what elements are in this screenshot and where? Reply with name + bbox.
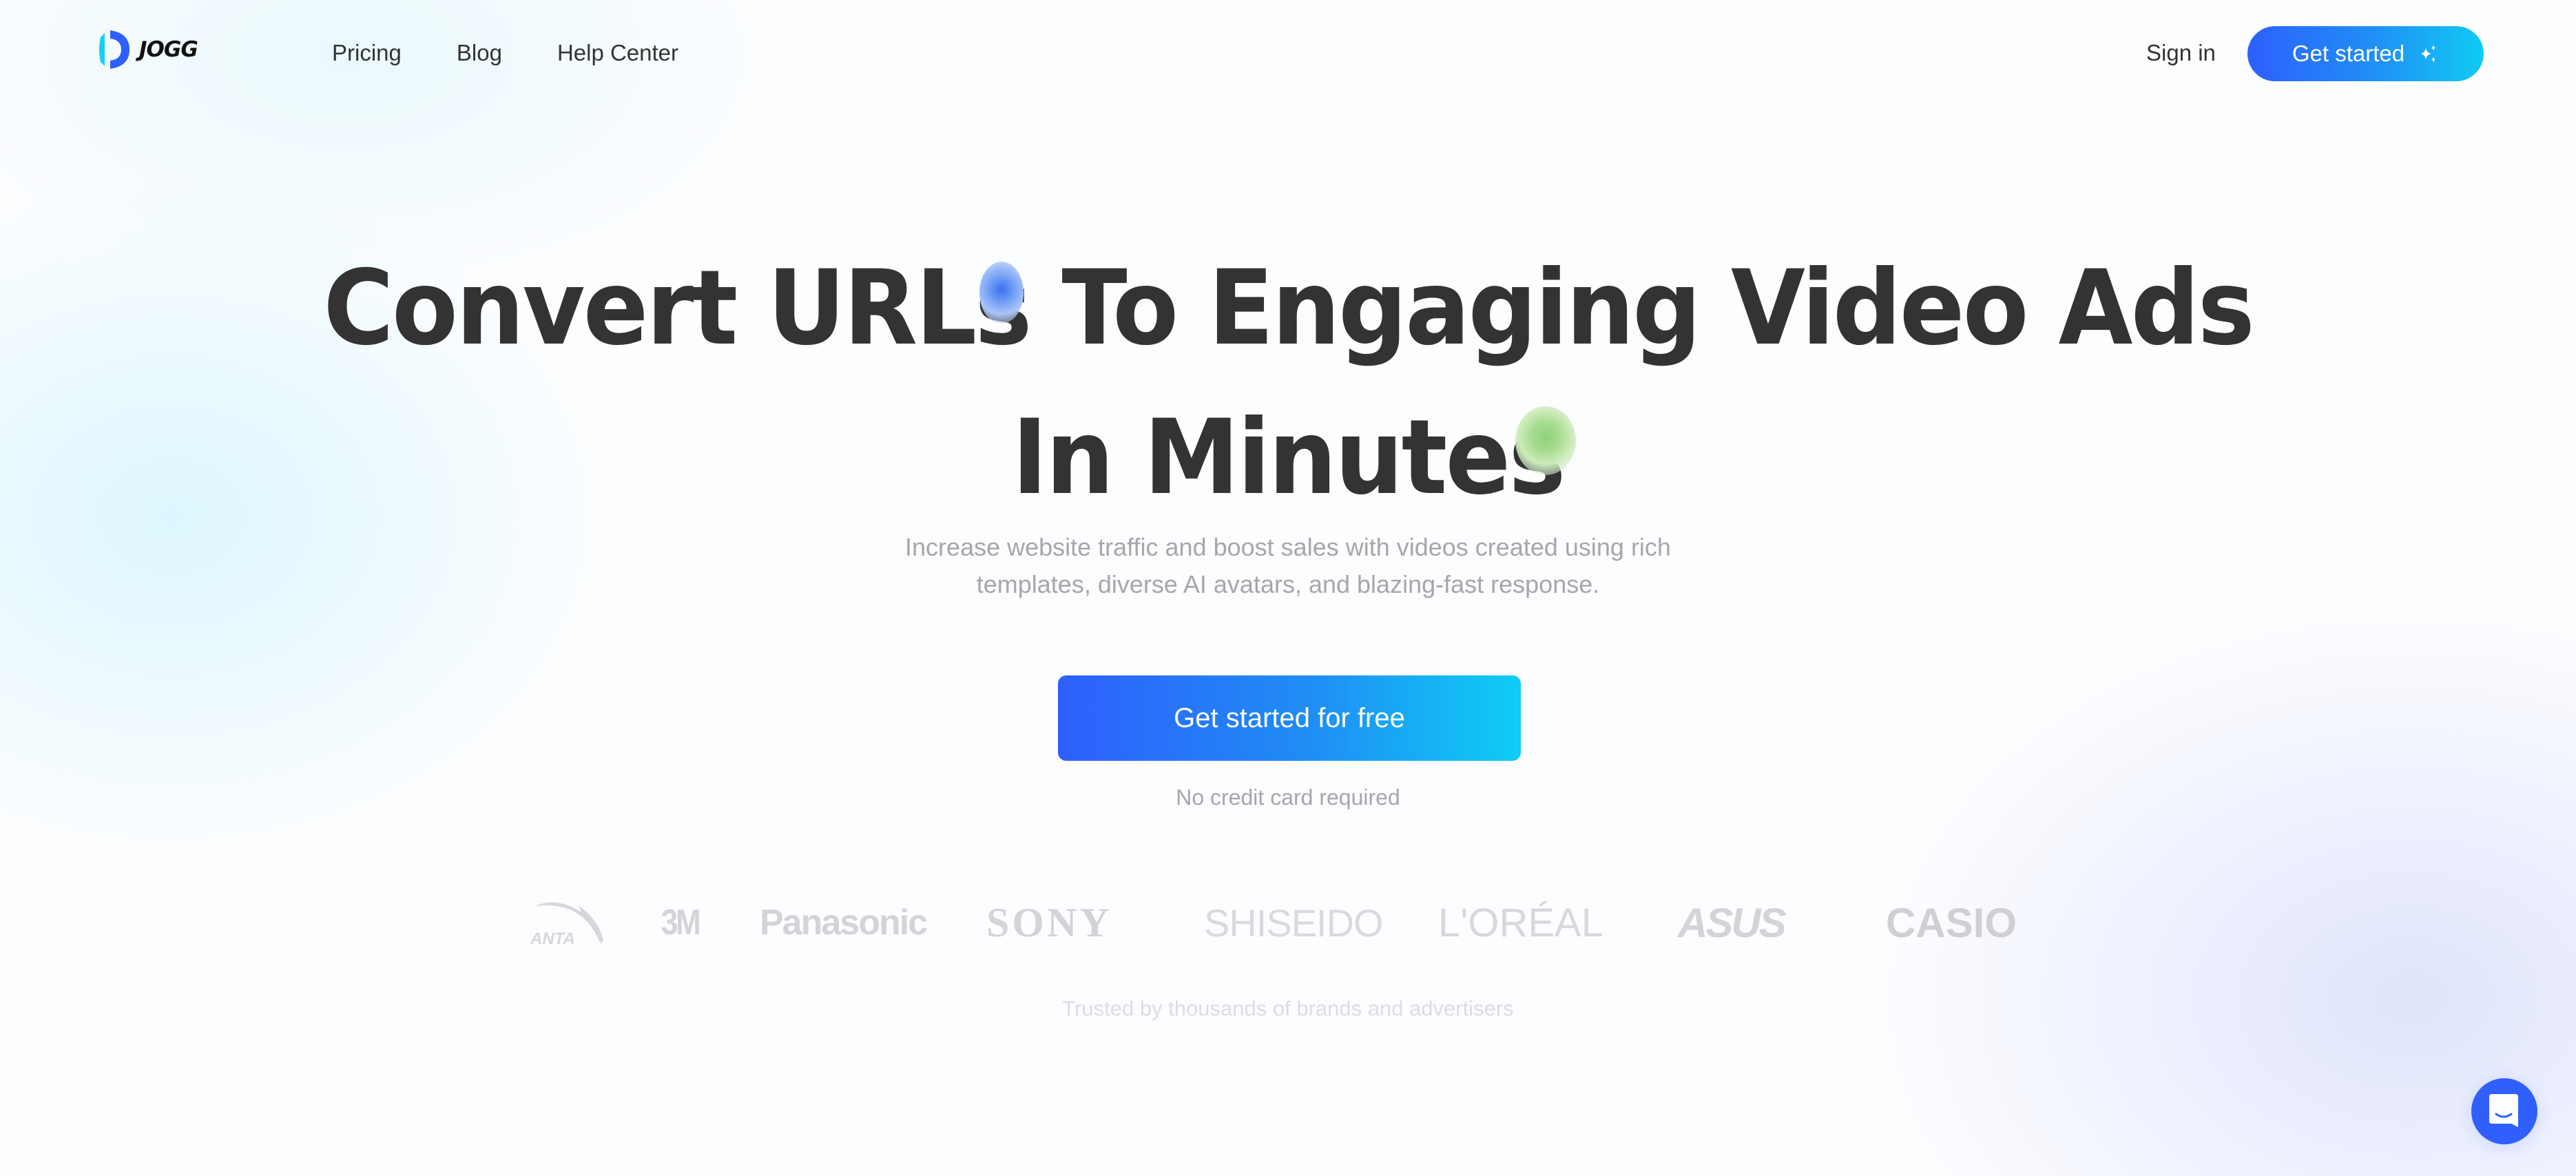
anta-logo-icon: ANTA — [530, 902, 603, 947]
brand-logo-anta: ANTA — [529, 892, 606, 954]
brand-logo-panasonic: Panasonic — [760, 903, 928, 943]
svg-text:ANTA: ANTA — [530, 930, 575, 947]
no-credit-card-note: No credit card required — [1176, 785, 1400, 810]
brand-logo-casio: CASIO — [1886, 899, 2017, 946]
hero-title-text-1: Convert URLs To Engaging Video Ads — [323, 249, 2254, 368]
nav-pricing[interactable]: Pricing — [332, 36, 402, 70]
chat-bubble-icon — [2489, 1094, 2518, 1127]
trusted-caption: Trusted by thousands of brands and adver… — [1062, 996, 1514, 1020]
hero-title-line2: In Minutes — [0, 403, 2576, 513]
logo-text: JOGG — [139, 37, 198, 62]
get-started-label: Get started — [2292, 41, 2405, 66]
nav-help-center[interactable]: Help Center — [557, 36, 678, 70]
hero-subtitle-line1: Increase website traffic and boost sales… — [905, 533, 1671, 561]
sparkles-icon — [2420, 45, 2436, 63]
brand-logo-asus: ASUS — [1678, 899, 1787, 946]
jogg-logo-icon — [99, 30, 129, 69]
brand-logos: ANTA 3M Panasonic SONY SHISEIDO L'ORÉAL … — [0, 892, 2576, 954]
brand-logo-sony: SONY — [986, 899, 1112, 945]
brand-logo-shiseido: SHISEIDO — [1204, 901, 1384, 945]
decorative-blue-blob-icon — [979, 262, 1024, 324]
hero-title-line1: Convert URLs To Engaging Video Ads — [0, 253, 2576, 364]
hero-subtitle: Increase website traffic and boost sales… — [0, 529, 2576, 603]
site-header: JOGG Pricing Blog Help Center Sign in Ge… — [0, 0, 2576, 107]
get-started-button[interactable]: Get started — [2247, 26, 2484, 81]
hero-title-text-2: In Minutes — [1012, 398, 1566, 518]
sign-in-link[interactable]: Sign in — [2146, 36, 2216, 70]
decorative-green-blob-icon — [1515, 406, 1576, 475]
brand-logo-loreal: L'ORÉAL — [1438, 900, 1603, 945]
brand-logo-3m: 3M — [661, 903, 701, 943]
hero-subtitle-line2: templates, diverse AI avatars, and blazi… — [976, 570, 1600, 598]
main-nav: Pricing Blog Help Center — [332, 36, 734, 70]
chat-widget-button[interactable] — [2471, 1078, 2537, 1144]
logo[interactable]: JOGG — [95, 28, 198, 72]
get-started-free-button[interactable]: Get started for free — [1058, 675, 1521, 761]
nav-blog[interactable]: Blog — [457, 36, 502, 70]
